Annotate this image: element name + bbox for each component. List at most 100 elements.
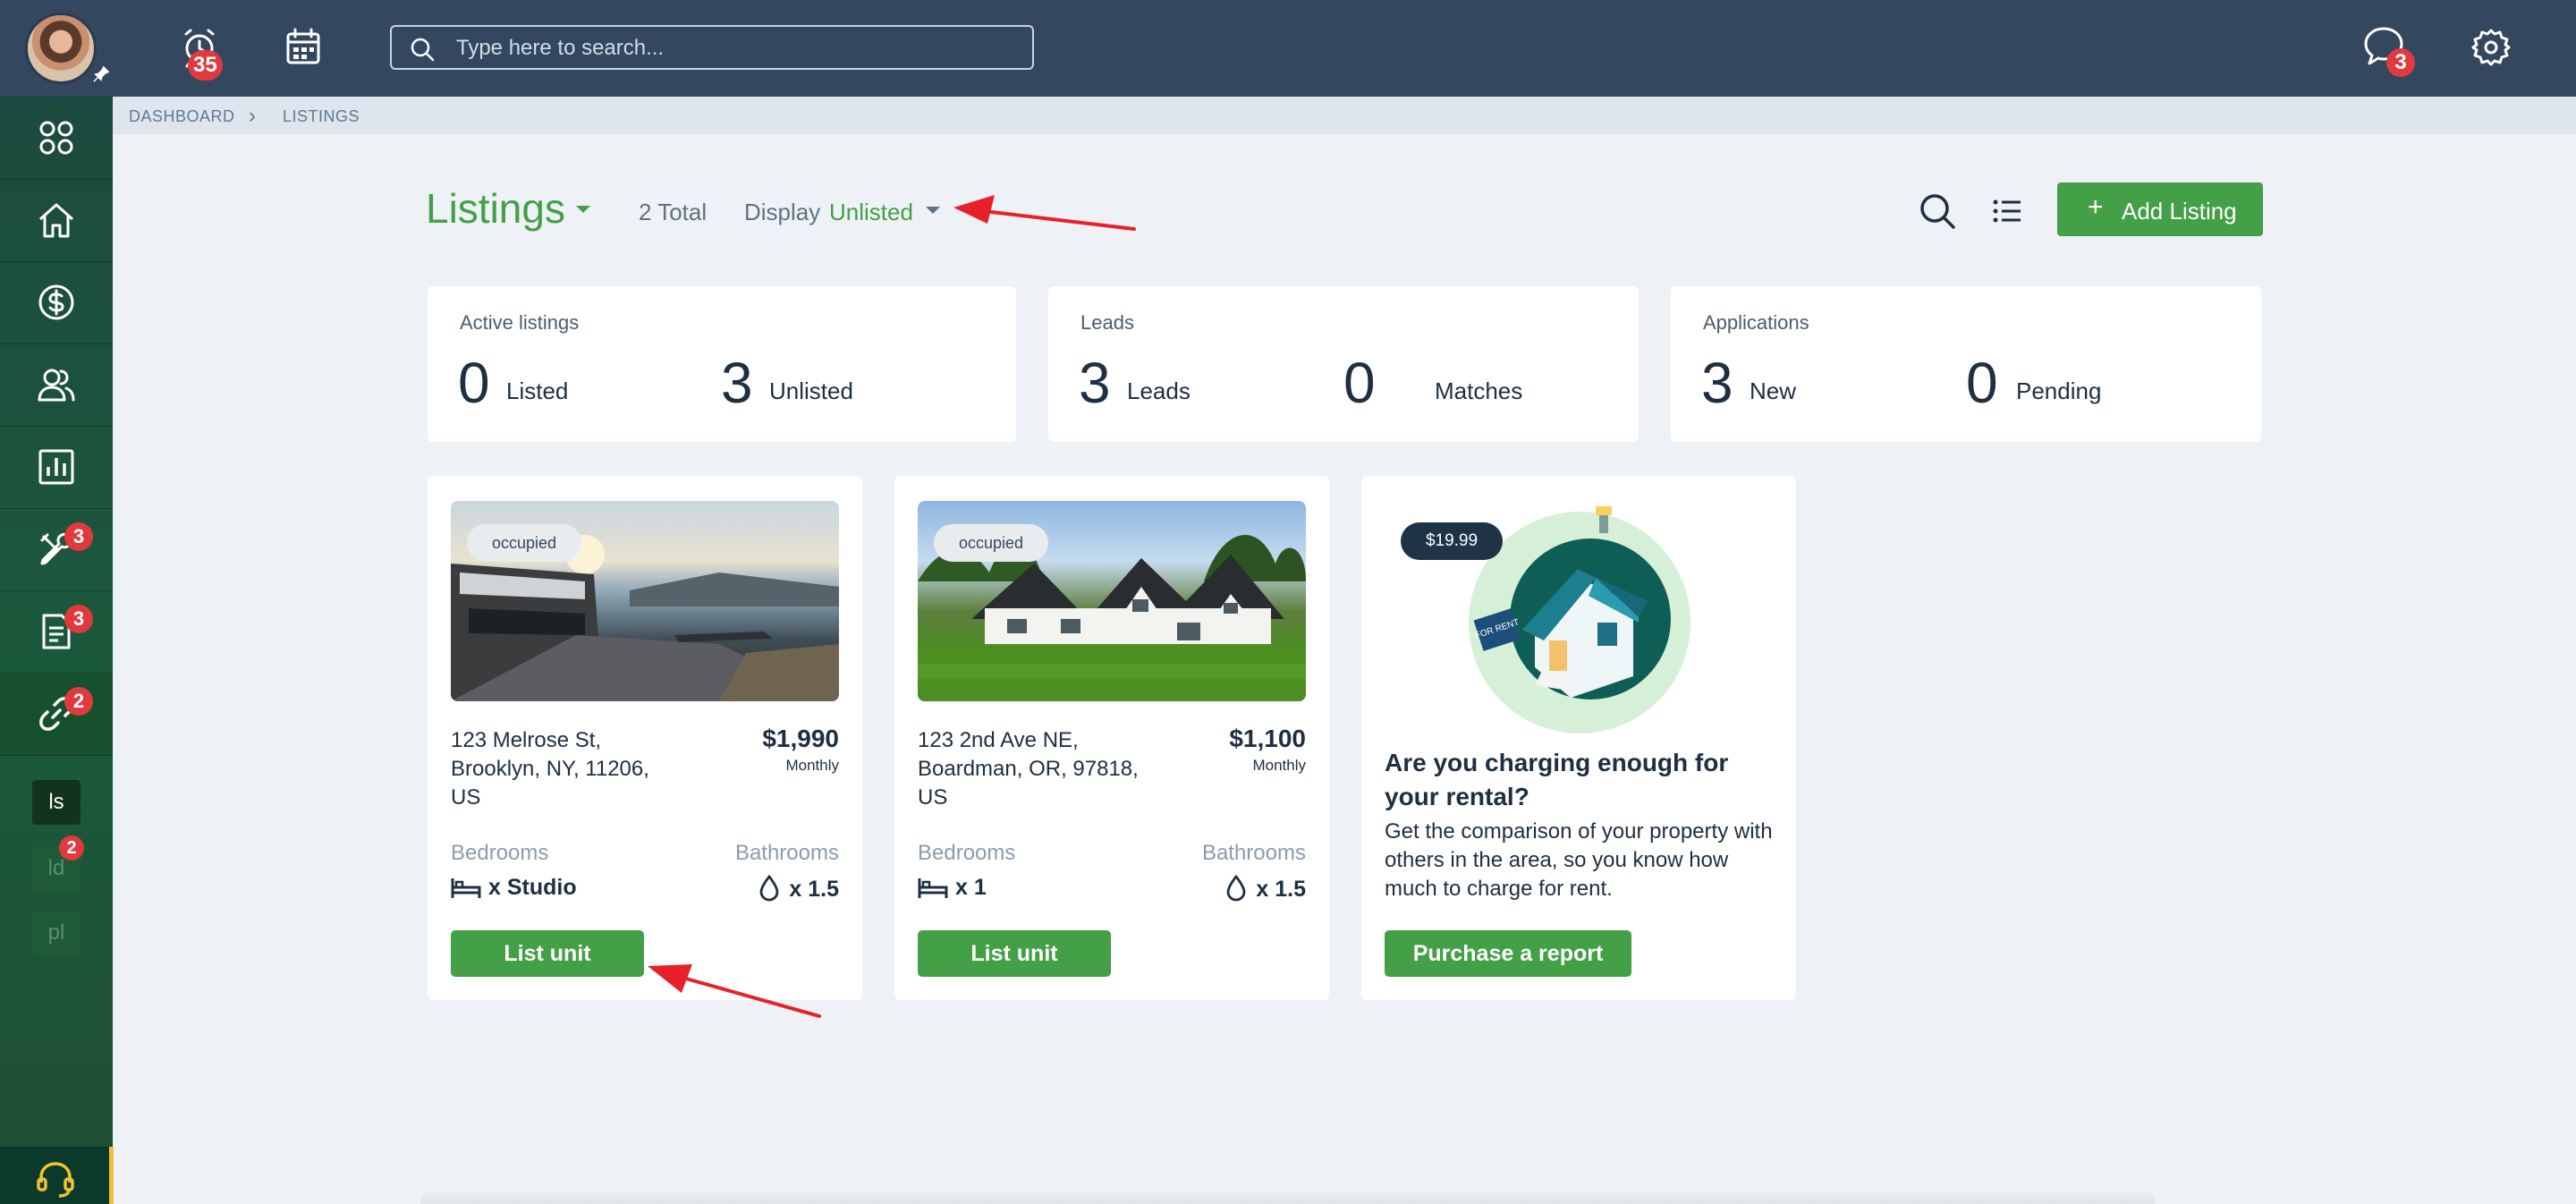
stat-label: Leads xyxy=(1127,377,1191,404)
nav-item-finance[interactable] xyxy=(0,261,113,344)
add-listing-label: Add Listing xyxy=(2122,198,2237,225)
stat-label: New xyxy=(1750,377,1797,404)
bedrooms-label: Bedrooms xyxy=(918,841,1016,865)
subnav-ld-badge: 2 xyxy=(59,835,84,861)
nav-item-documents[interactable]: 3 xyxy=(0,590,113,674)
stat-title: Applications xyxy=(1703,311,1809,334)
display-filter-label: Display xyxy=(744,199,821,225)
stat-number: 3 xyxy=(1079,351,1111,415)
subnav-item-ls[interactable]: ls xyxy=(32,780,80,825)
messages-count-badge: 3 xyxy=(2386,48,2415,77)
stat-title: Active listings xyxy=(460,311,580,334)
stat-card-active-listings: Active listings 0 Listed 3 Unlisted xyxy=(428,286,1016,442)
purchase-report-button[interactable]: Purchase a report xyxy=(1385,930,1631,977)
bathrooms-value: x 1.5 xyxy=(758,874,839,903)
bathrooms-value: x 1.5 xyxy=(1225,874,1306,903)
sidebar: 3 3 2 ls ld 2 pl xyxy=(0,97,114,1204)
listing-photo[interactable]: occupied xyxy=(918,501,1306,701)
search-box[interactable] xyxy=(390,25,1034,70)
breadcrumb-dashboard[interactable]: DASHBOARD xyxy=(129,107,235,126)
bottom-panel-edge xyxy=(420,1190,2156,1204)
listing-card[interactable]: occupied 123 2nd Ave NE, Boardman, OR, 9… xyxy=(894,476,1329,1000)
bedrooms-value: x Studio xyxy=(451,875,577,901)
people-icon xyxy=(38,369,75,402)
annotation-arrow-display xyxy=(953,195,1136,231)
annotation-arrow-list-unit xyxy=(648,964,821,1018)
search-listings-icon[interactable] xyxy=(1918,191,1957,231)
stat-number: 0 xyxy=(1343,351,1376,415)
maintenance-count-badge: 3 xyxy=(64,522,93,551)
listing-card[interactable]: occupied 123 Melrose St, Brooklyn, NY, 1… xyxy=(428,476,862,1000)
breadcrumb-listings: LISTINGS xyxy=(283,107,360,125)
water-drop-icon xyxy=(1226,874,1246,902)
stat-label: Matches xyxy=(1435,377,1523,404)
display-caret-down-icon[interactable] xyxy=(925,206,941,215)
status-chip: occupied xyxy=(467,524,582,562)
list-view-icon[interactable] xyxy=(1991,195,2023,227)
nav-item-apps[interactable] xyxy=(0,97,113,180)
list-unit-button[interactable]: List unit xyxy=(918,930,1111,977)
price-period: Monthly xyxy=(1252,757,1306,774)
breadcrumb-separator: › xyxy=(249,104,257,128)
stat-label: Unlisted xyxy=(769,377,853,404)
documents-count-badge: 3 xyxy=(64,605,93,633)
stat-number: 0 xyxy=(458,351,490,415)
list-unit-button[interactable]: List unit xyxy=(451,930,644,977)
dollar-icon xyxy=(38,284,74,320)
nav-item-reports[interactable] xyxy=(0,426,113,509)
bedrooms-count: x 1 xyxy=(955,875,987,900)
search-icon xyxy=(411,38,435,62)
bathrooms-count: x 1.5 xyxy=(789,877,839,902)
total-count: 2 Total xyxy=(639,199,708,225)
listing-address: 123 Melrose St, Brooklyn, NY, 11206, US xyxy=(451,728,649,810)
bathrooms-count: x 1.5 xyxy=(1256,877,1306,902)
nav-item-maintenance[interactable]: 3 xyxy=(0,508,113,591)
listing-address: 123 2nd Ave NE, Boardman, OR, 97818, US xyxy=(918,728,1139,810)
bathrooms-label: Bathrooms xyxy=(1201,841,1306,865)
add-listing-button[interactable]: + Add Listing xyxy=(2057,182,2263,236)
bedrooms-value: x 1 xyxy=(918,875,987,901)
water-drop-icon xyxy=(759,874,779,902)
alerts-count-badge: 35 xyxy=(188,50,223,81)
promo-description: Get the comparison of your property with… xyxy=(1385,819,1773,901)
top-bar: 35 3 xyxy=(0,0,2576,97)
rent-report-promo-card: FOR RENT $19.99 Are you charging enough … xyxy=(1361,476,1796,1000)
display-filter-dropdown[interactable]: Unlisted xyxy=(829,199,913,226)
title-caret-down-icon[interactable] xyxy=(574,204,592,215)
help-button[interactable] xyxy=(0,1147,114,1204)
listing-price: $1,990 xyxy=(762,725,839,752)
promo-title: Are you charging enough for your rental? xyxy=(1385,749,1729,810)
user-avatar[interactable] xyxy=(25,13,97,84)
listing-photo[interactable]: occupied xyxy=(451,501,839,701)
listing-price: $1,100 xyxy=(1229,725,1306,752)
search-input[interactable] xyxy=(454,32,1013,64)
subnav-item-pl[interactable]: pl xyxy=(32,911,80,955)
stat-number: 3 xyxy=(1701,351,1733,415)
breadcrumb: DASHBOARD › LISTINGS xyxy=(113,97,2576,134)
apps-grid-icon xyxy=(39,121,73,155)
stat-number: 0 xyxy=(1966,351,1998,415)
price-period: Monthly xyxy=(785,757,839,774)
pin-icon xyxy=(93,65,110,82)
stat-label: Listed xyxy=(506,377,569,404)
bed-icon xyxy=(918,878,948,898)
calendar-icon[interactable] xyxy=(279,23,327,72)
report-price-tag: $19.99 xyxy=(1401,522,1503,560)
stat-card-leads: Leads 3 Leads 0 Matches xyxy=(1048,286,1639,442)
bed-icon xyxy=(451,878,481,898)
plus-icon: + xyxy=(2088,192,2104,222)
nav-item-links[interactable]: 2 xyxy=(0,673,113,756)
page-title[interactable]: Listings xyxy=(426,184,565,233)
bathrooms-label: Bathrooms xyxy=(734,841,839,865)
stat-card-applications: Applications 3 New 0 Pending xyxy=(1671,286,2261,442)
nav-item-people[interactable] xyxy=(0,343,113,427)
headset-icon xyxy=(37,1162,74,1198)
home-icon xyxy=(39,203,73,238)
links-count-badge: 2 xyxy=(64,687,93,716)
settings-gear-icon[interactable] xyxy=(2467,23,2515,72)
stat-label: Pending xyxy=(2016,377,2102,404)
nav-item-home[interactable] xyxy=(0,179,113,262)
bedrooms-count: x Studio xyxy=(488,875,577,900)
bedrooms-label: Bedrooms xyxy=(451,841,549,865)
reports-chart-icon xyxy=(38,449,74,485)
